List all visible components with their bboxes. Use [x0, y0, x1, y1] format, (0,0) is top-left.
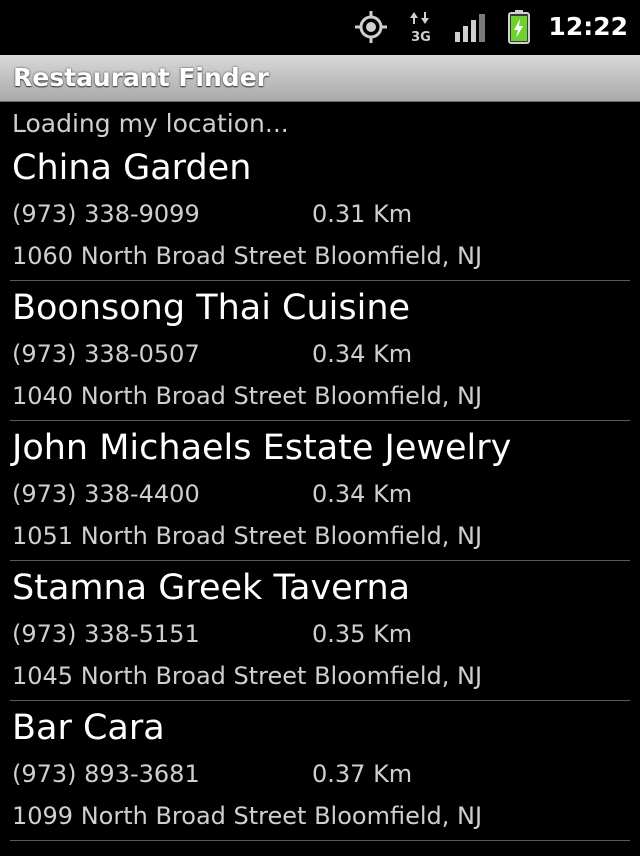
list-item[interactable]: John Michaels Estate Jewelry (973) 338-4… [0, 421, 640, 561]
restaurant-address: 1040 North Broad Street Bloomfield, NJ [12, 382, 483, 410]
gps-icon [355, 11, 387, 43]
list-item[interactable]: Bar Cara (973) 893-3681 0.37 Km 1099 Nor… [0, 701, 640, 841]
app-title: Restaurant Finder [13, 63, 269, 92]
status-bar: 3G 12:22 [0, 0, 640, 55]
divider [10, 840, 630, 841]
data-3g-icon: 3G [410, 12, 431, 44]
restaurant-distance: 0.34 Km [312, 480, 413, 508]
restaurant-list[interactable]: China Garden (973) 338-9099 0.31 Km 1060… [0, 141, 640, 841]
restaurant-phone: (973) 338-5151 [12, 620, 200, 648]
status-time: 12:22 [548, 12, 628, 41]
restaurant-distance: 0.35 Km [312, 620, 413, 648]
restaurant-name: Bar Cara [12, 708, 165, 748]
loading-status: Loading my location... [12, 109, 289, 138]
list-item[interactable]: Stamna Greek Taverna (973) 338-5151 0.35… [0, 561, 640, 701]
restaurant-name: China Garden [12, 148, 252, 188]
restaurant-name: Stamna Greek Taverna [12, 568, 411, 608]
battery-charging-icon [508, 10, 530, 44]
restaurant-name: John Michaels Estate Jewelry [12, 428, 512, 468]
restaurant-address: 1045 North Broad Street Bloomfield, NJ [12, 662, 483, 690]
list-item[interactable]: Boonsong Thai Cuisine (973) 338-0507 0.3… [0, 281, 640, 421]
restaurant-address: 1099 North Broad Street Bloomfield, NJ [12, 802, 483, 830]
restaurant-distance: 0.34 Km [312, 340, 413, 368]
restaurant-name: Boonsong Thai Cuisine [12, 288, 411, 328]
network-type-label: 3G [411, 30, 431, 44]
signal-icon [455, 14, 485, 42]
restaurant-distance: 0.31 Km [312, 200, 413, 228]
restaurant-distance: 0.37 Km [312, 760, 413, 788]
restaurant-phone: (973) 338-4400 [12, 480, 200, 508]
restaurant-phone: (973) 338-0507 [12, 340, 200, 368]
list-item[interactable]: China Garden (973) 338-9099 0.31 Km 1060… [0, 141, 640, 281]
restaurant-address: 1051 North Broad Street Bloomfield, NJ [12, 522, 483, 550]
app-title-bar: Restaurant Finder [0, 55, 640, 102]
restaurant-phone: (973) 893-3681 [12, 760, 200, 788]
restaurant-address: 1060 North Broad Street Bloomfield, NJ [12, 242, 483, 270]
restaurant-phone: (973) 338-9099 [12, 200, 200, 228]
